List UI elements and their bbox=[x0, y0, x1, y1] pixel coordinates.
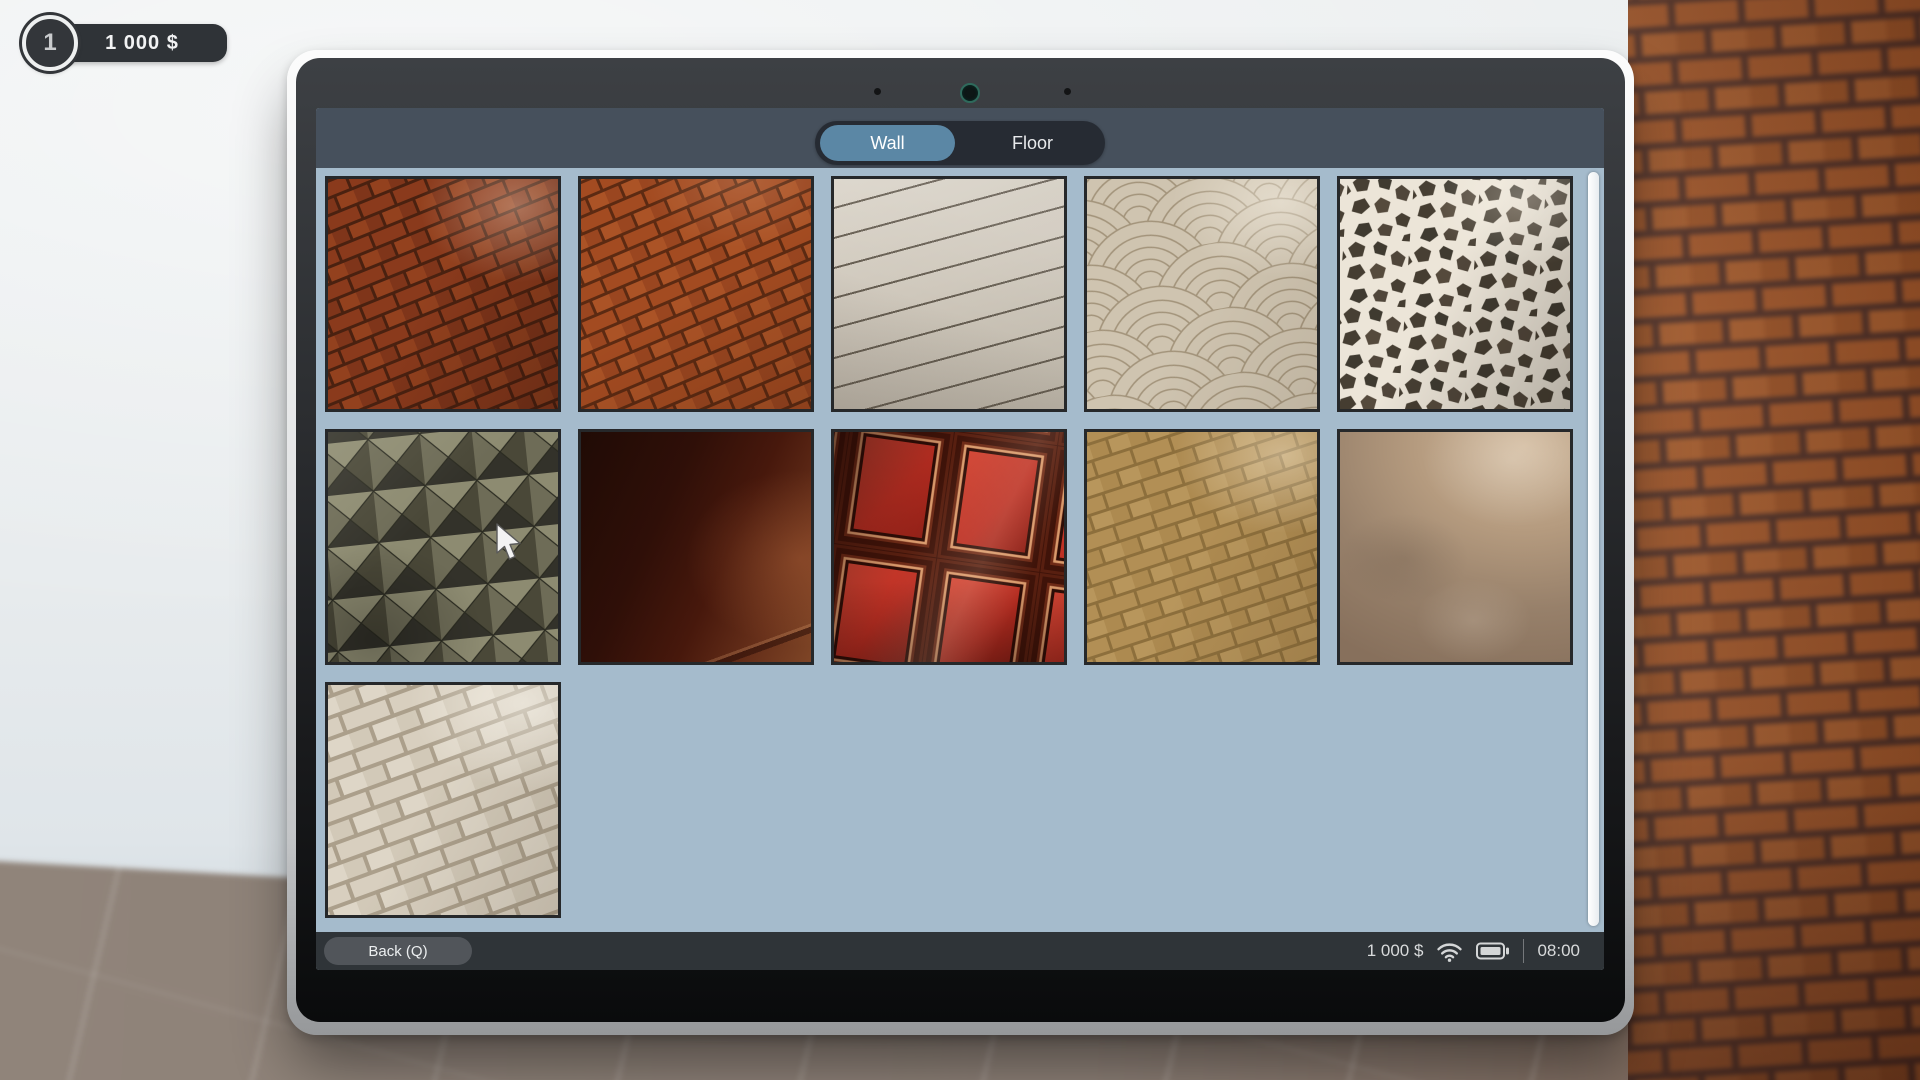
status-divider bbox=[1523, 939, 1524, 963]
material-grid bbox=[325, 176, 1579, 924]
hud-money-badge: 1 000 $ 1 bbox=[12, 12, 242, 76]
microphone-dot-icon bbox=[874, 88, 881, 95]
back-button[interactable]: Back (Q) bbox=[324, 937, 472, 965]
hud-slot-number: 1 bbox=[43, 29, 56, 57]
material-tile-wall-brick-red-dark-diagonal[interactable] bbox=[325, 176, 561, 412]
hud-slot-circle: 1 bbox=[22, 15, 78, 71]
wifi-icon bbox=[1436, 941, 1463, 962]
tablet-screen: Wall Floor Back (Q) 1 000 $ bbox=[316, 108, 1604, 970]
material-tile-wall-brick-white[interactable] bbox=[325, 682, 561, 918]
wall-floor-tab-switch: Wall Floor bbox=[815, 121, 1105, 165]
status-money: 1 000 $ bbox=[1367, 941, 1424, 961]
catalog-scrollbar[interactable] bbox=[1588, 172, 1599, 926]
material-tile-wall-mosaic-dark-pentagon[interactable] bbox=[1337, 176, 1573, 412]
brick-wall-shading bbox=[1628, 0, 1920, 1080]
hud-money-value: 1 000 $ bbox=[105, 32, 179, 55]
material-tile-wall-brick-tan[interactable] bbox=[1084, 429, 1320, 665]
hud-money-pill: 1 000 $ bbox=[57, 24, 227, 62]
status-cluster: 1 000 $ 08:00 bbox=[1367, 939, 1580, 963]
microphone-dot-icon bbox=[1064, 88, 1071, 95]
status-clock: 08:00 bbox=[1537, 941, 1580, 961]
room-brick-wall bbox=[1628, 0, 1920, 1080]
tablet-bottom-bar: Back (Q) 1 000 $ bbox=[316, 932, 1604, 970]
webcam-icon bbox=[960, 83, 980, 103]
tab-floor[interactable]: Floor bbox=[965, 125, 1100, 161]
category-header-bar: Wall Floor bbox=[316, 108, 1604, 168]
material-tile-wall-wood-mahogany[interactable] bbox=[578, 429, 814, 665]
tablet-bezel: Wall Floor Back (Q) 1 000 $ bbox=[296, 58, 1625, 1022]
material-tile-wall-tile-scallop-beige[interactable] bbox=[1084, 176, 1320, 412]
battery-icon bbox=[1476, 942, 1510, 960]
material-tile-wall-brick-red-diagonal[interactable] bbox=[578, 176, 814, 412]
material-catalog bbox=[316, 168, 1604, 932]
material-tile-wall-panel-3d-olive[interactable] bbox=[325, 429, 561, 665]
material-tile-wall-plaster-brown[interactable] bbox=[1337, 429, 1573, 665]
tablet-device: Wall Floor Back (Q) 1 000 $ bbox=[287, 50, 1634, 1035]
game-viewport: 1 000 $ 1 Wall Floor bbox=[0, 0, 1920, 1080]
material-tile-wall-planks-white-diagonal[interactable] bbox=[831, 176, 1067, 412]
material-tile-wall-door-panels-red[interactable] bbox=[831, 429, 1067, 665]
tab-wall[interactable]: Wall bbox=[820, 125, 955, 161]
